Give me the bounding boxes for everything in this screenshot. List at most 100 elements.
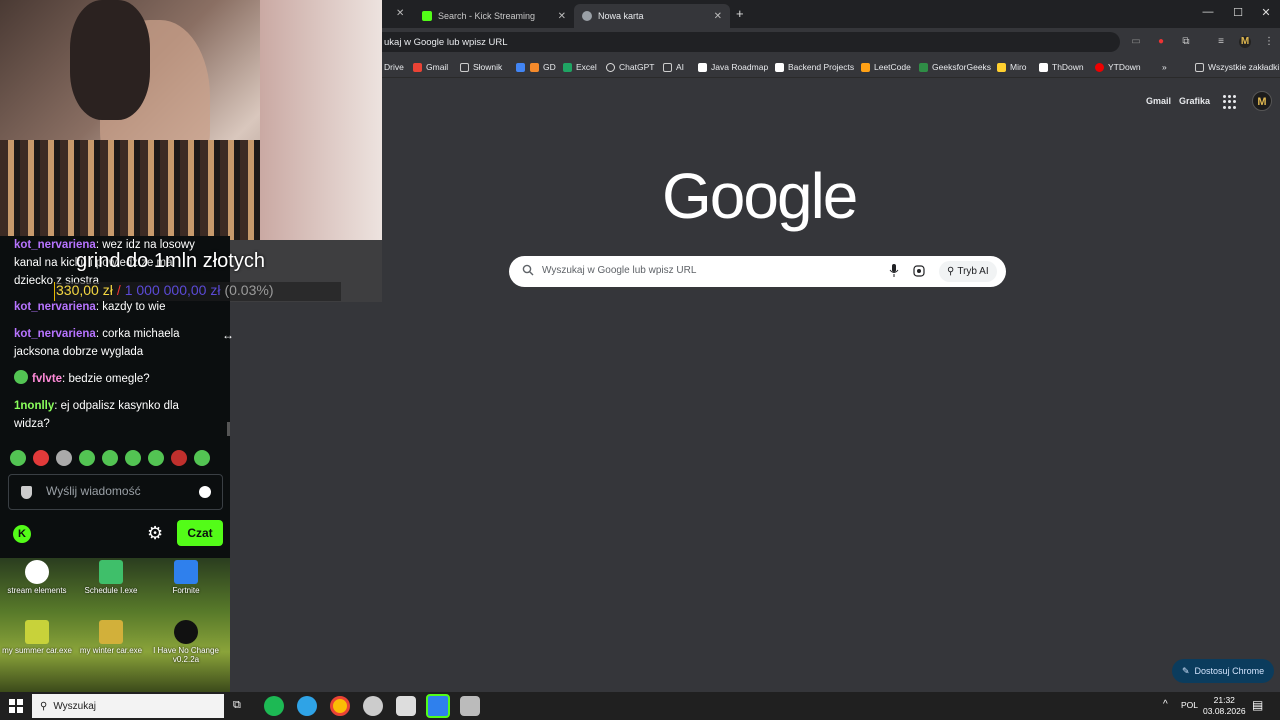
emote-icon[interactable]	[194, 450, 210, 466]
close-icon[interactable]: ✕	[714, 11, 722, 22]
tab-new-tab[interactable]: Nowa karta ✕	[574, 4, 730, 28]
desktop-icon-label: my winter car.exe	[79, 646, 143, 655]
bookmark-item[interactable]: Java Roadmap	[698, 60, 768, 74]
cast-icon[interactable]: ▭	[1130, 36, 1142, 48]
all-bookmarks-folder[interactable]: Wszystkie zakładki	[1195, 60, 1279, 74]
verified-badge-icon	[14, 370, 28, 384]
edge-icon[interactable]	[297, 696, 317, 716]
chat-text: kazdy to wie	[102, 301, 166, 313]
bookmark-item[interactable]: ThDown	[1039, 60, 1084, 74]
bookmark-item[interactable]: Miro	[997, 60, 1027, 74]
notifications-icon[interactable]: ▤	[1252, 698, 1263, 712]
maximize-icon[interactable]: ☐	[1223, 6, 1253, 19]
emote-icon[interactable]	[10, 450, 26, 466]
file-explorer-icon[interactable]	[460, 696, 480, 716]
close-icon[interactable]: ✕	[558, 11, 566, 22]
google-apps-icon[interactable]	[1223, 95, 1237, 109]
gear-icon[interactable]: ⚙	[147, 523, 163, 544]
bookmark-item[interactable]: Słownik	[460, 60, 502, 74]
emote-icon[interactable]	[148, 450, 164, 466]
taskbar-search-label: Wyszukaj	[53, 700, 97, 712]
goal-target: 1 000 000,00 zł	[124, 282, 221, 298]
spotify-icon[interactable]	[264, 696, 284, 716]
address-bar[interactable]: ukaj w Google lub wpisz URL	[360, 32, 1120, 52]
profile-icon[interactable]: M	[1239, 36, 1251, 48]
chat-username[interactable]: kot_nervariena	[14, 301, 96, 313]
desktop-icon[interactable]: my winter car.exe	[74, 620, 148, 655]
bookmark-label: YTDown	[1108, 62, 1141, 72]
tab-title: Search - Kick Streaming	[438, 11, 536, 21]
desktop-icon[interactable]: stream elements	[0, 560, 74, 595]
bookmark-item[interactable]: GeeksforGeeks	[919, 60, 991, 74]
roadmap-icon	[698, 62, 707, 72]
roadmap-icon	[775, 62, 784, 72]
emote-icon[interactable]	[56, 450, 72, 466]
pencil-icon: ✎	[1182, 665, 1190, 676]
emote-icon[interactable]	[125, 450, 141, 466]
desktop-icon[interactable]: I Have No Change v0.2.2a	[149, 620, 223, 664]
task-view-icon[interactable]: ⧉	[233, 699, 241, 712]
bookmark-item[interactable]: ChatGPT	[606, 60, 654, 74]
window-close-icon[interactable]: ✕	[1251, 6, 1280, 19]
tab-close-icon[interactable]: ✕	[396, 8, 404, 19]
bookmark-item[interactable]: GD	[530, 60, 556, 74]
chat-username[interactable]: fvlvte	[32, 373, 62, 385]
bookmark-item[interactable]: Gmail	[413, 60, 448, 74]
search-box[interactable]: Wyszukaj w Google lub wpisz URL ⚲ Tryb A…	[509, 256, 1006, 287]
bookmark-item[interactable]	[516, 60, 525, 74]
system-clock[interactable]: 21:32 03.08.2026	[1203, 695, 1246, 717]
wolf-app-icon[interactable]	[396, 696, 416, 716]
language-indicator[interactable]: POL	[1181, 700, 1198, 710]
images-link[interactable]: Grafika	[1179, 96, 1210, 106]
emoji-icon[interactable]	[199, 486, 211, 498]
reading-list-icon[interactable]: ≡	[1215, 36, 1227, 48]
emote-icon[interactable]	[171, 450, 187, 466]
bookmark-item[interactable]: Backend Projects	[775, 60, 854, 74]
search-input[interactable]: Wyszukaj w Google lub wpisz URL	[542, 265, 696, 276]
new-tab-plus-icon[interactable]: +	[736, 6, 744, 21]
goal-percent: (0.03%)	[224, 282, 274, 298]
chat-input-box[interactable]	[8, 474, 223, 510]
emote-icon[interactable]	[102, 450, 118, 466]
fortnite-icon[interactable]	[426, 694, 450, 718]
bookmark-item[interactable]: Excel	[563, 60, 597, 74]
desktop-icon[interactable]: Schedule I.exe	[74, 560, 148, 595]
bookmark-item[interactable]: AI	[663, 60, 684, 74]
kick-logo-icon[interactable]: K	[13, 525, 31, 543]
goal-progress-fill	[54, 282, 55, 301]
tab-kick[interactable]: Search - Kick Streaming ✕	[414, 4, 574, 28]
gmail-link[interactable]: Gmail	[1146, 96, 1171, 106]
customize-chrome-button[interactable]: ✎ Dostosuj Chrome	[1172, 659, 1275, 683]
obs-icon[interactable]	[363, 696, 383, 716]
bookmark-item[interactable]: LeetCode	[861, 60, 911, 74]
avatar[interactable]: M	[1252, 91, 1272, 111]
bookmark-item[interactable]: Drive	[384, 60, 404, 74]
send-chat-button[interactable]: Czat	[177, 520, 223, 546]
microphone-icon[interactable]	[889, 264, 899, 278]
minimize-icon[interactable]: —	[1193, 6, 1223, 18]
bookmark-item[interactable]: YTDown	[1095, 60, 1141, 74]
chat-username[interactable]: 1nonlly	[14, 400, 54, 412]
taskbar-search[interactable]: ⚲ Wyszukaj	[32, 694, 224, 718]
desktop-icon-label: Fortnite	[172, 586, 200, 595]
menu-kebab-icon[interactable]: ⋮	[1263, 36, 1275, 48]
bookmark-label: Excel	[576, 62, 597, 72]
ytdown-icon	[1095, 62, 1104, 72]
chat-message-input[interactable]	[46, 484, 196, 498]
chat-scrollbar[interactable]	[227, 422, 230, 436]
google-lens-icon[interactable]	[913, 265, 925, 277]
folder-icon	[663, 62, 672, 72]
chrome-icon[interactable]	[330, 696, 350, 716]
windows-start-icon[interactable]	[9, 699, 23, 713]
bookmarks-more-button[interactable]: »	[1162, 60, 1167, 74]
desktop-icon[interactable]: Fortnite	[149, 560, 223, 595]
chat-username[interactable]: kot_nervariena	[14, 328, 96, 340]
extensions-puzzle-icon[interactable]: ⧉	[1180, 36, 1192, 48]
kick-favicon-icon	[422, 11, 432, 21]
tray-chevron-icon[interactable]: ^	[1163, 699, 1168, 710]
ai-mode-button[interactable]: ⚲ Tryb AI	[939, 261, 997, 282]
emote-icon[interactable]	[33, 450, 49, 466]
extension-red-icon[interactable]: ●	[1155, 36, 1167, 48]
emote-icon[interactable]	[79, 450, 95, 466]
desktop-icon[interactable]: my summer car.exe	[0, 620, 74, 655]
